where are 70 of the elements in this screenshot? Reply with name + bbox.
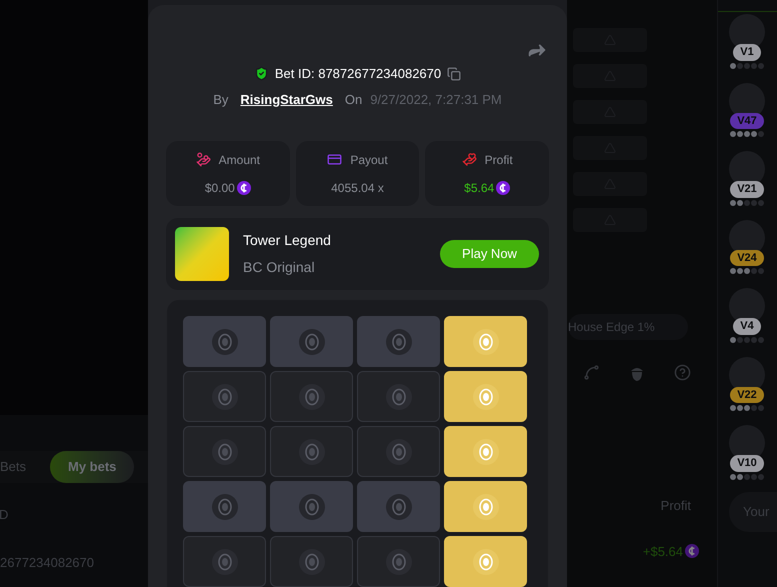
ring-icon [472, 548, 500, 576]
help-icon[interactable] [674, 364, 691, 381]
tile[interactable] [357, 371, 440, 422]
ring-icon [210, 382, 238, 410]
coin-icon [236, 180, 251, 194]
tile[interactable] [357, 481, 440, 532]
ring-icon [384, 492, 412, 520]
stat-label: Payout [350, 152, 388, 168]
ring-icon [298, 438, 326, 466]
column-header: Profit [660, 497, 691, 515]
tile[interactable] [357, 426, 440, 477]
ring-icon [210, 492, 238, 520]
tile[interactable] [270, 371, 353, 422]
level-badge: V24 [730, 250, 764, 266]
bet-date: 9/27/2022, 7:27:31 PM [370, 90, 502, 108]
on-label: On [344, 90, 362, 108]
tile[interactable] [270, 481, 353, 532]
tile[interactable] [357, 316, 440, 367]
by-label: By [213, 90, 228, 109]
game-thumbnail [175, 227, 229, 281]
tile[interactable] [270, 316, 353, 367]
coin-icon [685, 544, 699, 558]
ring-icon [210, 548, 238, 576]
ring-icon [298, 548, 326, 576]
ring-icon [384, 438, 412, 466]
tile[interactable] [270, 426, 353, 477]
ring-icon [298, 492, 326, 520]
level-badge: V10 [730, 455, 764, 472]
tile[interactable] [183, 316, 266, 367]
stat-label: Profit [484, 152, 513, 168]
stat-value: $5.64 [464, 180, 494, 196]
tile[interactable] [183, 371, 266, 422]
hand-coins-icon [196, 152, 211, 167]
bet-id: Bet ID: 87872677234082670 [274, 65, 442, 83]
level-badge: V4 [733, 318, 761, 334]
ring-icon [210, 438, 238, 466]
ring-icon [210, 328, 238, 356]
tile[interactable] [357, 536, 440, 587]
user-link[interactable]: RisingStarGws [240, 90, 333, 109]
ring-icon [472, 492, 500, 520]
level-badge: V21 [730, 181, 764, 198]
copy-icon[interactable] [447, 66, 462, 81]
coin-icon [496, 180, 510, 194]
ring-icon [298, 382, 326, 410]
level-badge: V22 [730, 386, 764, 403]
hand-icon [462, 152, 477, 167]
chart-icon[interactable] [583, 364, 600, 381]
game-title: Tower Legend [243, 231, 331, 250]
level-badge: V47 [730, 112, 764, 129]
tile[interactable] [183, 481, 266, 532]
ring-icon [384, 328, 412, 356]
stat-label: Amount [218, 152, 260, 168]
tile[interactable] [270, 536, 353, 587]
ring-icon [298, 328, 326, 356]
ring-icon [472, 328, 500, 356]
game-subtitle: BC Original [243, 258, 316, 277]
level-badge: V1 [733, 44, 761, 60]
tile[interactable] [183, 536, 266, 587]
play-now-button[interactable]: Play Now [440, 240, 539, 268]
shield-check-icon [254, 66, 269, 82]
tile[interactable] [183, 426, 266, 477]
ring-icon [384, 548, 412, 576]
ring-icon [472, 382, 500, 410]
ring-icon [384, 382, 412, 410]
card-icon [327, 152, 342, 167]
stat-value: $0.00 [204, 180, 235, 196]
table-cell-text: +$5.64 [642, 542, 683, 560]
tab[interactable]: My bets [50, 451, 134, 483]
ring-icon [472, 438, 500, 466]
stat-value: 4055.04 x [331, 180, 384, 196]
